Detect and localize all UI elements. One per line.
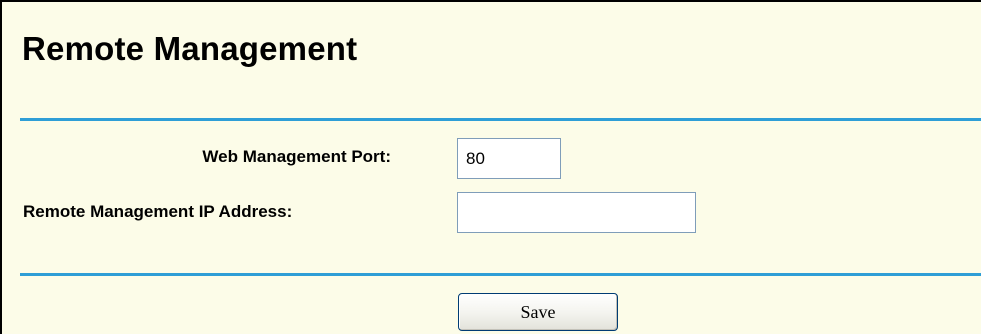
remote-management-panel: Remote Management Web Management Port: R… — [0, 0, 981, 334]
page-title: Remote Management — [22, 30, 358, 67]
remote-management-ip-label: Remote Management IP Address: — [23, 202, 293, 221]
top-divider — [20, 118, 981, 121]
remote-management-ip-input[interactable] — [457, 192, 696, 233]
bottom-divider — [20, 273, 981, 276]
save-button[interactable]: Save — [458, 293, 618, 331]
web-management-port-label: Web Management Port: — [202, 147, 391, 166]
web-management-port-input[interactable] — [457, 138, 561, 179]
